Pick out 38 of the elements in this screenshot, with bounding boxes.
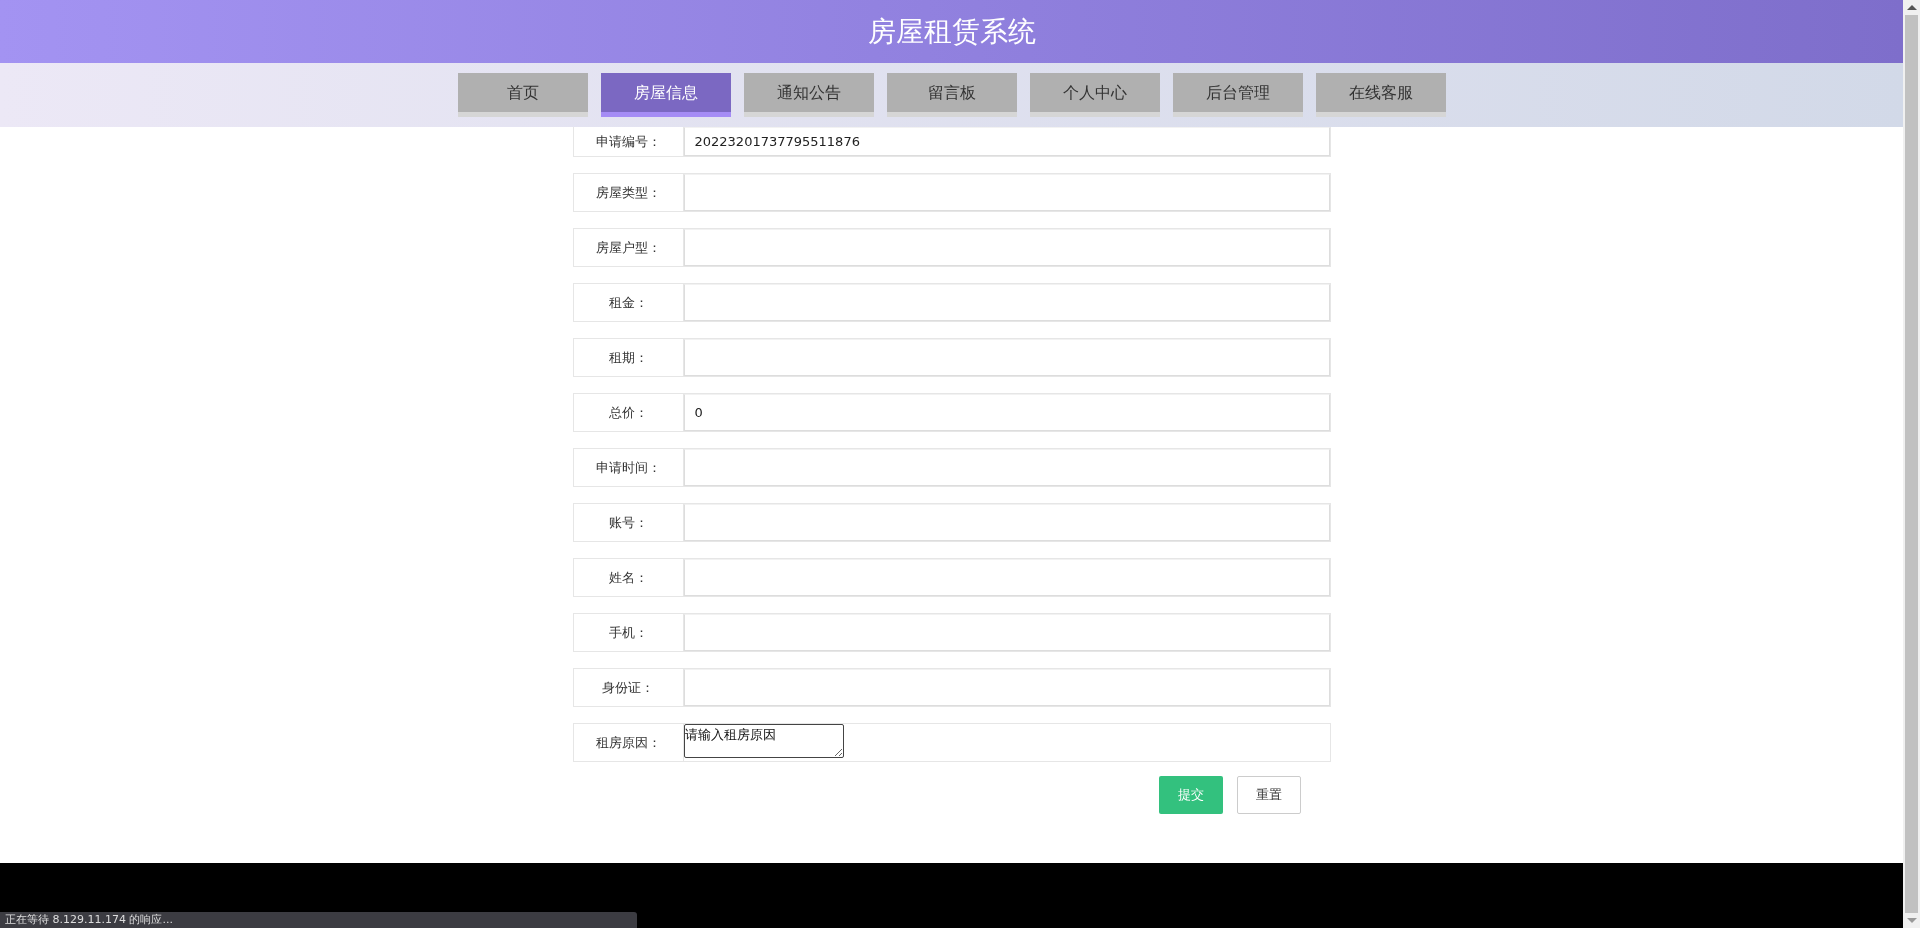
field-label: 申请编号： bbox=[573, 127, 684, 156]
field-label: 账号： bbox=[573, 504, 684, 541]
field-label: 身份证： bbox=[573, 669, 684, 706]
input-field[interactable] bbox=[683, 174, 1330, 211]
nav-tab[interactable]: 首页 bbox=[457, 73, 588, 117]
field-label: 申请时间： bbox=[573, 449, 684, 486]
input-field[interactable] bbox=[683, 449, 1330, 486]
input-field[interactable] bbox=[683, 339, 1330, 376]
nav-tab[interactable]: 后台管理 bbox=[1172, 73, 1303, 117]
input-field[interactable] bbox=[683, 669, 1330, 706]
field-label: 姓名： bbox=[573, 559, 684, 596]
field-label: 房屋类型： bbox=[573, 174, 684, 211]
input-field[interactable]: 20223201737795511876 bbox=[683, 127, 1330, 156]
field-label: 租房原因： bbox=[573, 724, 684, 761]
scroll-down-icon[interactable] bbox=[1906, 918, 1917, 923]
input-field[interactable] bbox=[683, 284, 1330, 321]
reset-button[interactable]: 重置 bbox=[1236, 776, 1301, 814]
field-label: 租金： bbox=[573, 284, 684, 321]
input-field[interactable] bbox=[683, 229, 1330, 266]
input-field[interactable]: 0 bbox=[683, 394, 1330, 431]
nav-tab[interactable]: 房屋信息 bbox=[600, 73, 731, 117]
scrollbar[interactable] bbox=[1903, 0, 1920, 928]
nav-tab[interactable]: 留言板 bbox=[886, 73, 1017, 117]
nav-tab[interactable]: 个人中心 bbox=[1029, 73, 1160, 117]
input-field[interactable] bbox=[683, 614, 1330, 651]
field-label: 总价： bbox=[573, 394, 684, 431]
scrollbar-thumb[interactable] bbox=[1905, 15, 1918, 913]
nav-tab[interactable]: 通知公告 bbox=[743, 73, 874, 117]
input-field[interactable] bbox=[683, 504, 1330, 541]
scroll-up-icon[interactable] bbox=[1906, 5, 1917, 10]
nav-tab[interactable]: 在线客服 bbox=[1315, 73, 1446, 117]
field-label: 租期： bbox=[573, 339, 684, 376]
input-field[interactable] bbox=[683, 559, 1330, 596]
site-title: 房屋租赁系统 bbox=[867, 13, 1036, 50]
field-label: 房屋户型： bbox=[573, 229, 684, 266]
status-text: 正在等待 8.129.11.174 的响应... bbox=[0, 912, 637, 928]
text-area[interactable]: 请输入租房原因 bbox=[683, 724, 844, 758]
field-label: 手机： bbox=[573, 614, 684, 651]
